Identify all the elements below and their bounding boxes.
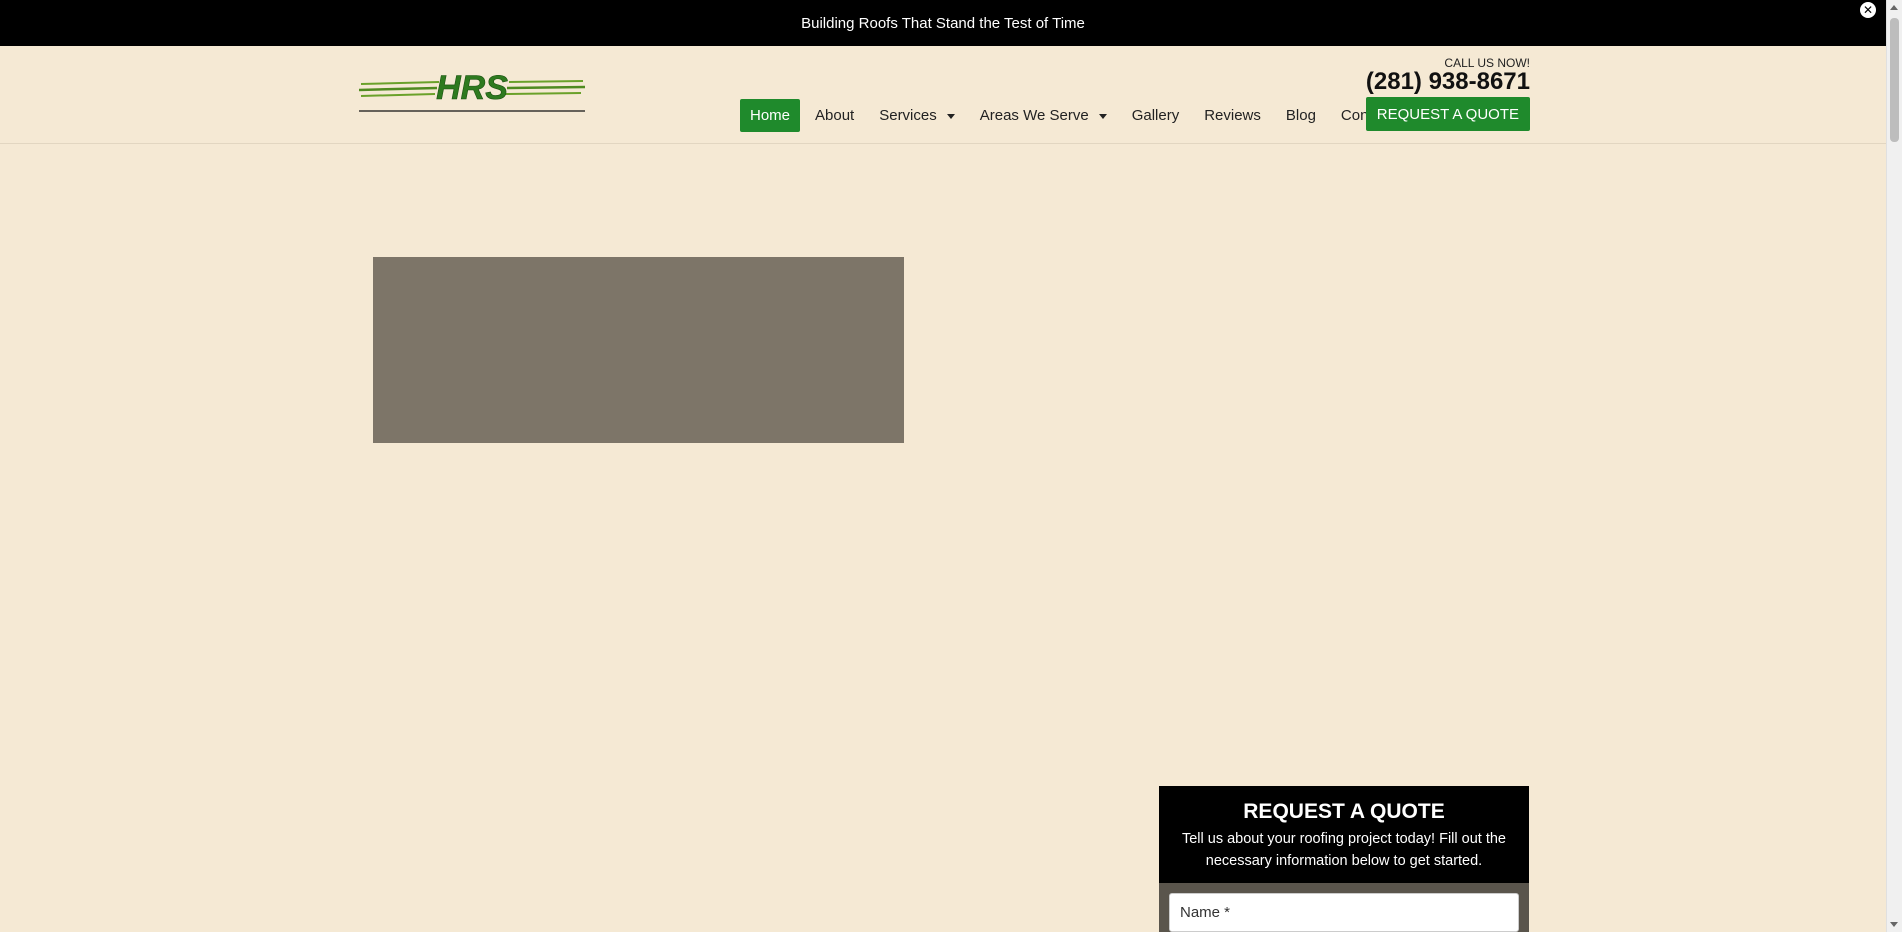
- hero-media-placeholder: [373, 257, 904, 443]
- nav-about[interactable]: About: [805, 99, 864, 132]
- phone-number[interactable]: (281) 938-8671: [1366, 68, 1530, 96]
- nav-gallery-label: Gallery: [1131, 107, 1180, 124]
- chevron-down-icon: [1098, 114, 1107, 119]
- nav-about-label: About: [815, 107, 855, 124]
- name-field[interactable]: [1169, 893, 1519, 932]
- page-scrollbar[interactable]: [1886, 0, 1902, 932]
- chevron-down-icon: [946, 114, 955, 119]
- announcement-bar: Building Roofs That Stand the Test of Ti…: [0, 0, 1886, 46]
- logo-graphic: HRS: [358, 69, 586, 112]
- nav-home-label: Home: [750, 107, 791, 124]
- hrs-logo[interactable]: HRS: [358, 66, 586, 120]
- nav-reviews-label: Reviews: [1204, 107, 1261, 124]
- nav-blog[interactable]: Blog: [1276, 99, 1326, 132]
- scroll-down-icon[interactable]: [1890, 922, 1898, 927]
- nav-home[interactable]: Home: [740, 99, 801, 132]
- nav-services-label: Services: [879, 107, 937, 124]
- main-nav: Home About Services Areas We Serve Galle…: [740, 99, 1408, 132]
- scroll-up-icon[interactable]: [1890, 5, 1898, 10]
- nav-blog-label: Blog: [1285, 107, 1316, 124]
- nav-gallery[interactable]: Gallery: [1122, 99, 1190, 132]
- request-quote-button[interactable]: REQUEST A QUOTE: [1365, 97, 1530, 131]
- nav-areas-label: Areas We Serve: [979, 107, 1089, 124]
- quote-form-title: REQUEST A QUOTE: [1243, 800, 1445, 823]
- announcement-text: Building Roofs That Stand the Test of Ti…: [801, 14, 1085, 32]
- nav-services[interactable]: Services: [869, 99, 965, 132]
- close-icon[interactable]: ✕: [1860, 2, 1876, 18]
- nav-reviews[interactable]: Reviews: [1194, 99, 1271, 132]
- nav-areas-we-serve[interactable]: Areas We Serve: [970, 99, 1117, 132]
- svg-text:HRS: HRS: [436, 69, 508, 107]
- quote-form-description: Tell us about your roofing project today…: [1181, 831, 1506, 869]
- scrollbar-thumb[interactable]: [1890, 18, 1899, 142]
- site-header: HRS CALL US NOW! (281) 938-8671 Home Abo…: [0, 46, 1886, 144]
